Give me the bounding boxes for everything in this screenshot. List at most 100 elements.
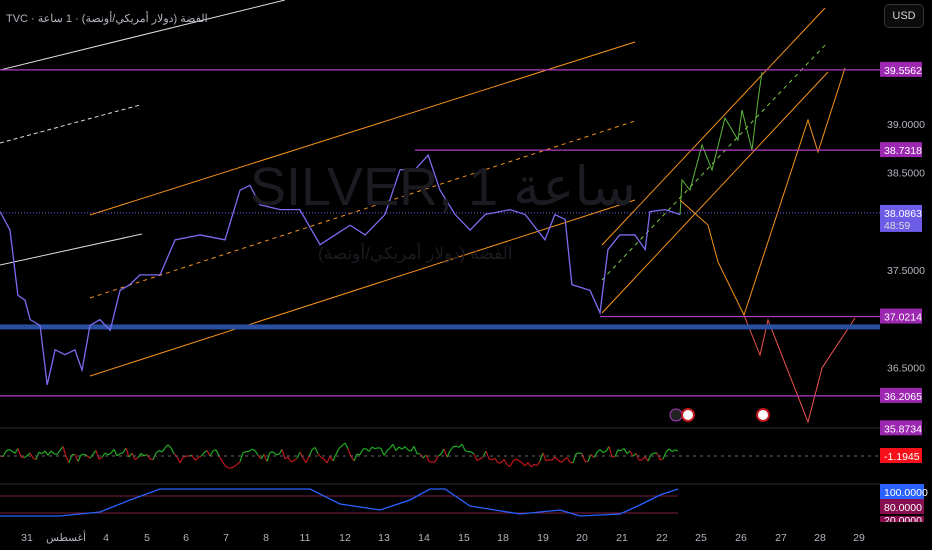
oscillator-segment [353, 453, 358, 462]
oscillator-segment [593, 451, 598, 458]
oscillator-segment [461, 443, 466, 451]
oscillator-value-label: -1.1945 [884, 451, 920, 463]
oscillator-segment [44, 450, 49, 456]
x-tick-label: 18 [497, 532, 509, 544]
flash-event-icon[interactable] [669, 408, 683, 422]
oscillator-segment [134, 457, 139, 461]
oscillator-segment [239, 452, 244, 462]
oscillator-segment [194, 457, 199, 461]
oscillator-segment [59, 446, 64, 451]
oscillator-segment [101, 452, 106, 458]
oscillator-segment [281, 449, 286, 460]
oscillator-segment [674, 449, 679, 452]
oscillator-segment [95, 450, 100, 460]
y-tick-label: 36.5000 [887, 362, 925, 374]
oscillator-segment [521, 462, 526, 467]
x-tick-label: 19 [537, 532, 549, 544]
support-band [0, 324, 880, 330]
oscillator-segment [254, 450, 259, 456]
oscillator-segment [608, 446, 613, 457]
oscillator-segment [575, 452, 580, 455]
oscillator-segment [167, 444, 172, 449]
oscillator-segment [458, 443, 463, 448]
x-tick-label: 26 [735, 532, 747, 544]
oscillator-segment [590, 454, 595, 458]
oscillator-segment [545, 459, 550, 462]
oscillator-segment [8, 448, 13, 452]
oscillator-segment [389, 443, 394, 449]
oscillator-segment [395, 446, 400, 452]
oscillator-segment [440, 448, 445, 455]
oscillator-segment [476, 458, 481, 462]
oscillator-segment [602, 450, 607, 454]
oscillator-segment [347, 448, 352, 457]
oscillator-segment [557, 459, 562, 463]
oscillator-segment [293, 457, 298, 462]
oscillator-segment [434, 455, 439, 463]
projection-green [679, 71, 763, 216]
us-flag-event-icon[interactable] [756, 408, 770, 422]
oscillator-segment [269, 451, 274, 453]
event-icons[interactable] [669, 408, 770, 422]
oscillator-segment [332, 454, 337, 462]
horizontal-levels: 39.5562 38.7318 37.0214 36.2065 35.8734 [0, 61, 922, 485]
oscillator-segment [62, 446, 67, 457]
oscillator-segment [479, 456, 484, 460]
oscillator-segment [599, 449, 604, 453]
oscillator-segment [509, 460, 514, 467]
oscillator-segment [92, 449, 97, 455]
x-tick-label: 31 [21, 532, 33, 544]
oscillator-segment [224, 465, 229, 469]
us-flag-event-icon[interactable] [681, 408, 695, 422]
price-chart[interactable]: 39.5562 38.7318 37.0214 36.2065 35.8734 39.0… [0, 0, 932, 550]
oscillator-segment [212, 449, 217, 452]
oscillator-segment [644, 456, 649, 462]
oscillator-segment [146, 454, 151, 460]
oscillator-segment [518, 460, 523, 464]
oscillator-segment [158, 449, 163, 453]
oscillator-segment [359, 448, 364, 456]
projection-red [743, 314, 856, 424]
oscillator-segment [527, 462, 532, 468]
oscillator-segment [260, 454, 265, 460]
oscillator-segment [422, 454, 427, 459]
oscillator-segment [17, 448, 22, 457]
oscillator-segment [248, 448, 253, 452]
oscillator-segment [206, 450, 211, 457]
oscillator-segment [647, 454, 652, 462]
oscillator-segment [533, 463, 538, 467]
oscillator-segment [23, 455, 28, 459]
channel-lower [89, 199, 636, 377]
oscillator-segment [284, 456, 289, 460]
oscillator-segment [473, 453, 478, 461]
oscillator-segment [572, 453, 577, 464]
oscillator-segment [536, 460, 541, 466]
time-axis[interactable]: 31 أغسطس 4 5 6 7 8 11 12 13 14 15 18 19 20 21 22 25 26 27 28… [0, 522, 932, 550]
oscillator-segment [398, 446, 403, 450]
oscillator-segment [215, 449, 220, 457]
oscillator-segment [512, 458, 517, 462]
oscillator-segment [344, 442, 349, 450]
oscillator-segment [299, 451, 304, 459]
oscillator-segment [233, 463, 238, 468]
oscillator-segment [251, 448, 256, 452]
oscillator-segment [455, 445, 460, 448]
oscillator-segment [209, 450, 214, 457]
oscillator-segment [38, 451, 43, 455]
trend-line-white-2 [0, 233, 143, 266]
x-tick-label: 6 [183, 532, 189, 544]
currency-button[interactable]: USD [884, 4, 924, 28]
oscillator-segment [485, 450, 490, 459]
oscillator-segment [176, 456, 181, 464]
oscillator-segment [143, 453, 148, 457]
oscillator-segment [380, 448, 385, 456]
x-tick-label: أغسطس [46, 530, 86, 544]
oscillator-segment [491, 457, 496, 461]
oscillator-segment [548, 459, 553, 461]
price-level-label: 39.5562 [884, 65, 922, 77]
x-tick-label: 12 [339, 532, 351, 544]
countdown-label: 48:59 [884, 220, 910, 232]
x-tick-label: 21 [616, 532, 628, 544]
price-level-label: 36.2065 [884, 391, 922, 403]
oscillator-segment [635, 453, 640, 461]
